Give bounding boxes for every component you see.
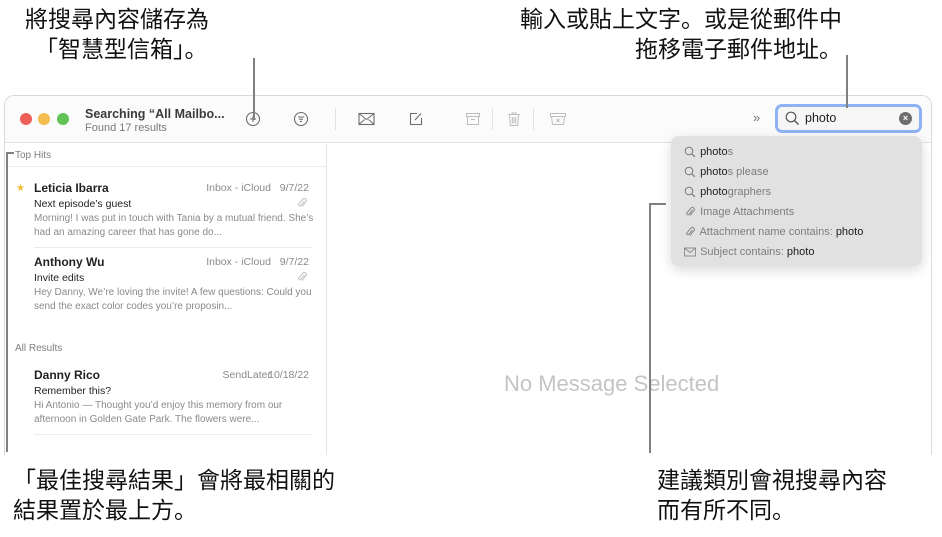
suggestion-completion: graphers (727, 186, 772, 198)
envelope-icon (684, 247, 696, 257)
zoom-button[interactable] (57, 113, 69, 125)
callout-leader-line (649, 203, 651, 453)
search-input[interactable]: photo (805, 111, 836, 125)
message-date: 10/18/22 (268, 369, 309, 381)
toolbar-divider (335, 108, 336, 130)
row-divider (34, 247, 312, 248)
message-date: 9/7/22 (279, 256, 309, 268)
trash-icon[interactable] (504, 109, 524, 129)
no-message-selected: No Message Selected (504, 371, 720, 396)
paperclip-icon (298, 272, 307, 281)
suggestion-item[interactable]: Image Attachments (683, 206, 794, 218)
section-divider (5, 166, 327, 167)
callout-line-1: 建議類別會視搜尋內容 (657, 468, 887, 494)
search-icon (684, 146, 696, 158)
callout-line-1: 輸入或貼上文字。或是從郵件中 (520, 7, 842, 33)
suggestion-label: Subject contains: (700, 246, 787, 258)
message-sender: Danny Rico (34, 368, 101, 382)
callout-leader-line (649, 203, 666, 205)
message-mailbox: Inbox - iCloud (206, 182, 271, 194)
message-date: 9/7/22 (279, 182, 309, 194)
archive-icon[interactable] (463, 109, 483, 129)
minimize-button[interactable] (38, 113, 50, 125)
search-icon (785, 111, 799, 125)
search-icon (684, 166, 696, 178)
suggestion-match: photo (700, 186, 728, 198)
message-sender: Anthony Wu (34, 255, 105, 269)
suggestion-match: photo (700, 166, 728, 178)
overflow-chevron-icon[interactable]: » (753, 110, 760, 125)
message-row[interactable]: ★ Leticia Ibarra Inbox - iCloud 9/7/22 N… (5, 181, 327, 253)
message-mailbox: Inbox - iCloud (206, 256, 271, 268)
mail-window: Searching “All Mailbo... Found 17 result… (4, 95, 932, 455)
callout-suggestions: 建議類別會視搜尋內容 而有所不同。 (657, 466, 887, 526)
message-preview: Hey Danny, We’re loving the invite! A fe… (34, 287, 312, 312)
suggestion-value: photo (835, 226, 864, 238)
junk-icon[interactable] (548, 109, 568, 129)
result-count: Found 17 results (85, 122, 167, 134)
filter-icon[interactable] (291, 109, 311, 129)
search-suggestions-popup: photos photos please photographers Image… (671, 136, 922, 266)
paperclip-icon (686, 207, 695, 216)
callout-search-field: 輸入或貼上文字。或是從郵件中 拖移電子郵件地址。 (520, 5, 842, 65)
message-subject: Next episode’s guest (34, 198, 132, 210)
compose-icon[interactable] (406, 109, 426, 129)
message-subject: Invite edits (34, 272, 85, 284)
callout-line-2: 結果置於最上方。 (13, 498, 197, 524)
suggestion-item[interactable]: photos (683, 146, 733, 158)
message-row[interactable]: Anthony Wu Inbox - iCloud 9/7/22 Invite … (5, 255, 327, 327)
paperclip-icon (298, 198, 307, 207)
flag-star-icon: ★ (16, 183, 25, 194)
message-list: Top Hits ★ Leticia Ibarra Inbox - iCloud… (5, 144, 327, 455)
search-field[interactable]: photo × (775, 104, 922, 133)
search-icon (684, 186, 696, 198)
suggestion-item[interactable]: photos please (683, 166, 769, 178)
window-title: Searching “All Mailbo... (85, 107, 225, 121)
toolbar-divider (492, 108, 493, 130)
message-preview: Hi Antonio — Thought you’d enjoy this me… (34, 400, 283, 425)
callout-line-1: 將搜尋內容儲存為 (25, 7, 209, 33)
callout-leader-line (253, 58, 255, 120)
callout-line-2: 「智慧型信箱」。 (35, 37, 208, 63)
paperclip-icon (686, 227, 695, 236)
row-divider (34, 434, 312, 435)
message-mailbox: SendLater (222, 369, 271, 381)
section-top-hits: Top Hits (15, 150, 52, 161)
suggestion-item[interactable]: Attachment name contains: photo (683, 226, 863, 238)
callout-line-1: 「最佳搜尋結果」會將最相關的 (13, 468, 335, 494)
get-mail-icon[interactable] (356, 109, 376, 129)
callout-line-2: 拖移電子郵件地址。 (635, 37, 842, 63)
suggestion-item[interactable]: Subject contains: photo (683, 246, 814, 258)
suggestion-item[interactable]: photographers (683, 186, 771, 198)
callout-line-2: 而有所不同。 (657, 498, 795, 524)
clear-search-icon[interactable]: × (899, 112, 912, 125)
suggestion-value: photo (786, 246, 815, 258)
suggestion-completion: s please (727, 166, 769, 178)
suggestion-label: Image Attachments (700, 206, 795, 218)
message-sender: Leticia Ibarra (34, 181, 109, 195)
callout-top-hits: 「最佳搜尋結果」會將最相關的 結果置於最上方。 (13, 466, 335, 526)
message-subject: Remember this? (34, 385, 112, 397)
message-row[interactable]: Danny Rico SendLater 10/18/22 Remember t… (5, 368, 327, 440)
suggestion-completion: s (727, 146, 734, 158)
callout-save-smart-mailbox: 將搜尋內容儲存為 「智慧型信箱」。 (25, 5, 209, 65)
suggestion-label: Attachment name contains: (699, 226, 836, 238)
close-button[interactable] (20, 113, 32, 125)
section-all-results: All Results (15, 343, 63, 354)
callout-leader-line (6, 152, 14, 154)
callout-leader-line (6, 152, 8, 452)
suggestion-match: photo (700, 146, 728, 158)
callout-leader-line (846, 55, 848, 108)
message-preview: Morning! I was put in touch with Tania b… (34, 213, 314, 238)
toolbar-divider (533, 108, 534, 130)
